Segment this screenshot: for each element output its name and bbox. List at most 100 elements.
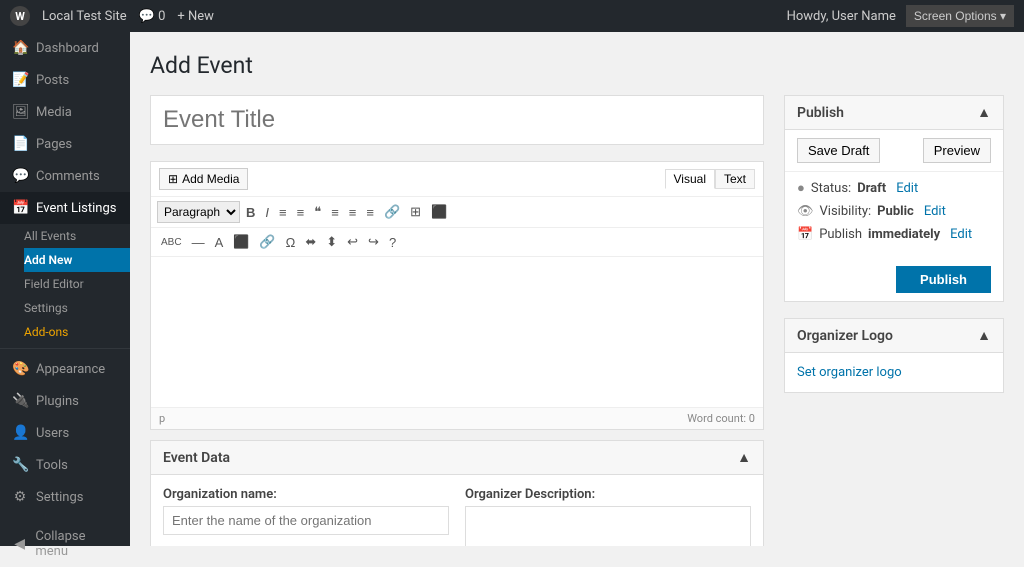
event-data-form-row: Organization name: Organizer Description… [163, 487, 751, 546]
publish-header[interactable]: Publish ▲ [785, 96, 1003, 130]
insert-link-button[interactable]: 🔗 [255, 232, 279, 252]
collapse-menu-button[interactable]: ◀ Collapse menu [0, 521, 130, 567]
italic-button[interactable]: I [261, 203, 273, 222]
sidebar-label-media: Media [36, 105, 72, 120]
org-name-label: Organization name: [163, 487, 449, 502]
paste-text-button[interactable]: ⬛ [229, 232, 253, 252]
status-edit-link[interactable]: Edit [896, 181, 918, 196]
sidebar-item-posts[interactable]: 📝 Posts [0, 64, 130, 96]
bold-button[interactable]: B [242, 203, 259, 222]
new-item-button[interactable]: + New [177, 9, 214, 24]
sidebar-section: 🏠 Dashboard 📝 Posts 🖼 Media 📄 Pages 💬 [0, 32, 130, 546]
pages-icon: 📄 [12, 136, 28, 152]
organizer-body: Set organizer logo [785, 353, 1003, 392]
editor-toolbar-row1: Paragraph B I ≡ ≡ ❝ ≡ ≡ ≡ 🔗 ⊞ [151, 197, 763, 228]
preview-button[interactable]: Preview [923, 138, 991, 163]
text-tab[interactable]: Text [715, 169, 755, 189]
site-name[interactable]: Local Test Site [42, 9, 127, 24]
outdent-button[interactable]: ⬍ [322, 232, 341, 252]
sidebar-item-settings[interactable]: ⚙ Settings [0, 481, 130, 513]
sidebar-item-dashboard[interactable]: 🏠 Dashboard [0, 32, 130, 64]
align-center-button[interactable]: ≡ [345, 203, 361, 222]
set-organizer-logo-link[interactable]: Set organizer logo [797, 365, 902, 380]
more-toolbar-button[interactable]: ⬛ [427, 202, 451, 222]
special-char-button[interactable]: Ω [282, 233, 300, 252]
horizontal-rule-button[interactable]: — [188, 233, 209, 252]
event-title-input[interactable] [150, 95, 764, 145]
align-right-button[interactable]: ≡ [362, 203, 378, 222]
publish-title: Publish [797, 105, 844, 121]
add-media-icon: ⊞ [168, 172, 178, 186]
align-left-button[interactable]: ≡ [327, 203, 343, 222]
add-media-button[interactable]: ⊞ Add Media [159, 168, 248, 190]
strikethrough-button[interactable]: ABC [157, 235, 186, 250]
sidebar-sub-all-events[interactable]: All Events [24, 224, 130, 248]
sidebar-item-appearance[interactable]: 🎨 Appearance [0, 353, 130, 385]
editor-content-area[interactable] [151, 257, 763, 407]
comments-icon: 💬 [12, 168, 28, 184]
sidebar-item-tools[interactable]: 🔧 Tools [0, 449, 130, 481]
indent-button[interactable]: ⬌ [301, 232, 320, 252]
blockquote-button[interactable]: ❝ [310, 202, 325, 222]
publish-btn-row: Publish [785, 258, 1003, 301]
sidebar: 🏠 Dashboard 📝 Posts 🖼 Media 📄 Pages 💬 [0, 32, 130, 546]
org-desc-label: Organizer Description: [465, 487, 751, 502]
sidebar-label-comments: Comments [36, 169, 100, 184]
event-data-header[interactable]: Event Data ▲ [151, 441, 763, 475]
sidebar-item-plugins[interactable]: 🔌 Plugins [0, 385, 130, 417]
sidebar-label-appearance: Appearance [36, 362, 105, 377]
howdy-text: Howdy, User Name [787, 9, 896, 24]
visual-tab[interactable]: Visual [665, 169, 715, 189]
save-draft-button[interactable]: Save Draft [797, 138, 880, 163]
redo-button[interactable]: ↪ [364, 232, 383, 252]
ordered-list-button[interactable]: ≡ [293, 203, 309, 222]
organizer-header[interactable]: Organizer Logo ▲ [785, 319, 1003, 353]
org-name-input[interactable] [163, 506, 449, 535]
sidebar-sub-add-ons[interactable]: Add-ons [24, 320, 130, 344]
sidebar-item-comments[interactable]: 💬 Comments [0, 160, 130, 192]
publish-box: Publish ▲ Save Draft Preview ● Status: D… [784, 95, 1004, 302]
undo-button[interactable]: ↩ [343, 232, 362, 252]
sidebar-item-event-listings[interactable]: 📅 Event Listings [0, 192, 130, 224]
organizer-collapse-icon: ▲ [977, 327, 991, 344]
sidebar-item-users[interactable]: 👤 Users [0, 417, 130, 449]
collapse-icon: ◀ [12, 536, 27, 552]
event-data-collapse-icon: ▲ [737, 449, 751, 466]
wp-icon[interactable]: W [10, 6, 30, 26]
comments-count[interactable]: 💬 0 [139, 9, 166, 24]
visibility-value: Public [877, 204, 914, 219]
publish-time-row: 📅 Publish immediately Edit [797, 227, 991, 242]
collapse-menu-label: Collapse menu [35, 529, 118, 559]
event-data-title: Event Data [163, 450, 230, 466]
publish-button[interactable]: Publish [896, 266, 991, 293]
unordered-list-button[interactable]: ≡ [275, 203, 291, 222]
publish-visibility-row: 👁 Visibility: Public Edit [797, 204, 991, 219]
org-desc-input[interactable] [465, 506, 751, 546]
status-label: Status: [811, 181, 851, 196]
editor-tag: p [159, 412, 165, 425]
paragraph-select[interactable]: Paragraph [157, 201, 240, 223]
sidebar-sub-field-editor[interactable]: Field Editor [24, 272, 130, 296]
event-data-box: Event Data ▲ Organization name: Organiz [150, 440, 764, 546]
sidebar-item-media[interactable]: 🖼 Media [0, 96, 130, 128]
sidebar-sub-add-new[interactable]: Add New [24, 248, 130, 272]
sidebar-sub-label-settings: Settings [24, 301, 68, 315]
sidebar-item-pages[interactable]: 📄 Pages [0, 128, 130, 160]
link-button[interactable]: 🔗 [380, 202, 404, 222]
sidebar-label-plugins: Plugins [36, 394, 79, 409]
publish-time-edit-link[interactable]: Edit [950, 227, 972, 242]
main-content: Add Event ⊞ Add Media [130, 32, 1024, 546]
publish-time-icon: 📅 [797, 227, 813, 242]
help-button[interactable]: ? [385, 233, 400, 252]
sidebar-sub-label-all-events: All Events [24, 229, 76, 243]
adminbar-left: W Local Test Site 💬 0 + New [10, 6, 214, 26]
visibility-edit-link[interactable]: Edit [924, 204, 946, 219]
sidebar-sub-settings[interactable]: Settings [24, 296, 130, 320]
text-color-button[interactable]: A [211, 233, 228, 252]
sidebar-sub-label-add-new: Add New [24, 253, 72, 267]
editor-box: ⊞ Add Media Visual Text Paragraph [150, 161, 764, 430]
publish-actions: Save Draft Preview [785, 130, 1003, 172]
org-name-field: Organization name: [163, 487, 449, 546]
screen-options-button[interactable]: Screen Options ▾ [906, 5, 1014, 27]
table-button[interactable]: ⊞ [406, 202, 425, 222]
